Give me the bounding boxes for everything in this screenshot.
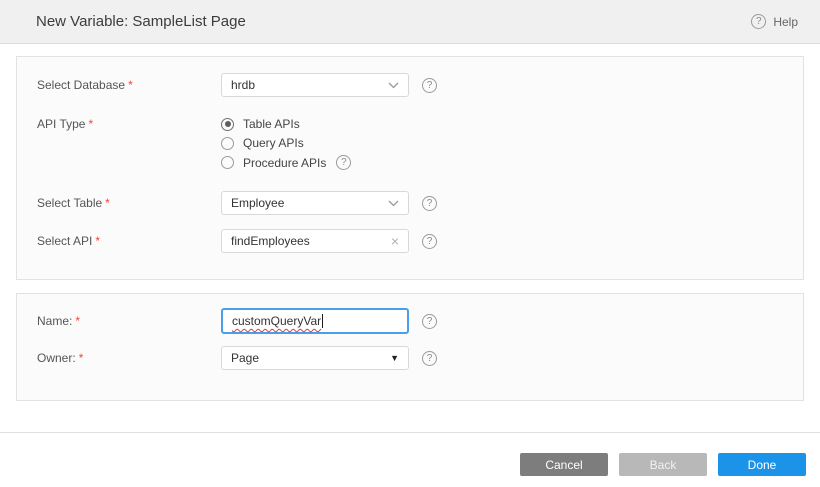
chevron-down-icon [388,82,399,89]
api-config-section: Select Database* hrdb ? API Type* Table … [16,56,804,280]
owner-select-value: Page [231,351,259,365]
required-asterisk: * [128,78,133,92]
help-icon: ? [751,14,766,29]
select-database-row: Select Database* hrdb ? [37,73,783,97]
chevron-down-icon [388,200,399,207]
table-help-icon[interactable]: ? [422,196,437,211]
page-title: New Variable: SampleList Page [36,13,246,30]
name-input[interactable]: customQueryVar [221,308,409,334]
database-help-icon[interactable]: ? [422,78,437,93]
radio-query-apis-label: Query APIs [243,136,304,150]
select-table-row: Select Table* Employee ? [37,191,783,215]
api-type-label: API Type* [37,117,221,131]
required-asterisk: * [88,117,93,131]
owner-label: Owner:* [37,351,221,365]
text-cursor [322,314,323,328]
radio-table-apis[interactable]: Table APIs [221,117,409,131]
radio-query-apis[interactable]: Query APIs [221,136,409,150]
name-input-value: customQueryVar [232,314,321,328]
radio-unselected-icon [221,156,234,169]
api-input-value: findEmployees [231,234,310,248]
clear-icon[interactable]: × [391,234,399,248]
table-dropdown[interactable]: Employee [221,191,409,215]
variable-details-section: Name:* customQueryVar ? Owner:* Page ▼ ? [16,293,804,401]
api-input[interactable]: findEmployees × [221,229,409,253]
footer-actions: Cancel Back Done [0,433,820,476]
help-label: Help [773,15,798,29]
api-type-radio-group: Table APIs Query APIs Procedure APIs ? [221,117,409,170]
table-dropdown-value: Employee [231,196,284,210]
required-asterisk: * [105,196,110,210]
name-row: Name:* customQueryVar ? [37,308,783,334]
radio-procedure-apis-label: Procedure APIs [243,156,326,170]
radio-procedure-apis[interactable]: Procedure APIs ? [221,155,409,170]
required-asterisk: * [75,314,80,328]
owner-row: Owner:* Page ▼ ? [37,346,783,370]
select-table-label: Select Table* [37,196,221,210]
owner-help-icon[interactable]: ? [422,351,437,366]
database-dropdown[interactable]: hrdb [221,73,409,97]
radio-selected-icon [221,118,234,131]
dialog-header: New Variable: SampleList Page ? Help [0,0,820,44]
radio-unselected-icon [221,137,234,150]
back-button[interactable]: Back [619,453,707,476]
select-api-label: Select API* [37,234,221,248]
select-api-row: Select API* findEmployees × ? [37,229,783,253]
required-asterisk: * [95,234,100,248]
name-help-icon[interactable]: ? [422,314,437,329]
help-link[interactable]: ? Help [751,14,798,29]
api-type-row: API Type* Table APIs Query APIs Procedur… [37,117,783,170]
radio-table-apis-label: Table APIs [243,117,300,131]
cancel-button[interactable]: Cancel [520,453,608,476]
database-dropdown-value: hrdb [231,78,255,92]
owner-select[interactable]: Page ▼ [221,346,409,370]
api-help-icon[interactable]: ? [422,234,437,249]
select-database-label: Select Database* [37,78,221,92]
api-type-help-icon[interactable]: ? [336,155,351,170]
done-button[interactable]: Done [718,453,806,476]
name-label: Name:* [37,314,221,328]
required-asterisk: * [79,351,84,365]
select-arrow-icon: ▼ [390,353,399,363]
